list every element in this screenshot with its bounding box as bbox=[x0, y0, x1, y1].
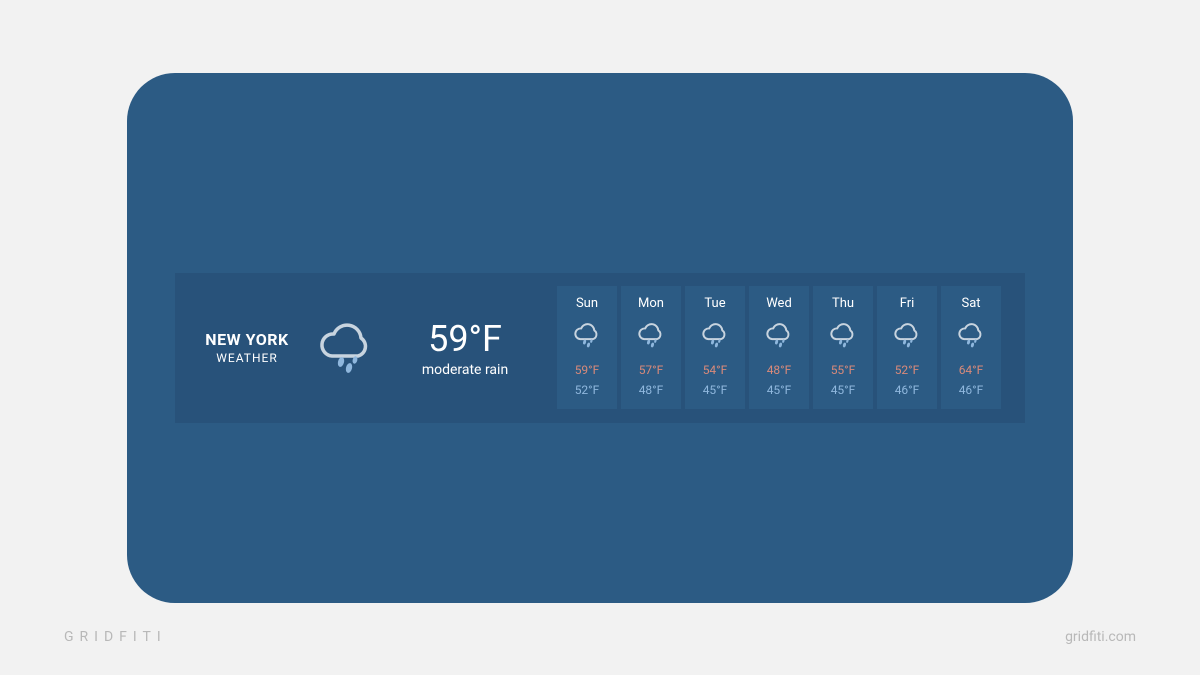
forecast-day[interactable]: Thu 55°F 45°F bbox=[813, 286, 873, 410]
forecast-day[interactable]: Sun 59°F 52°F bbox=[557, 286, 617, 410]
forecast-day-name: Sun bbox=[576, 296, 598, 311]
forecast-low-temp: 45°F bbox=[703, 383, 728, 397]
forecast-day-name: Thu bbox=[832, 296, 854, 311]
forecast-row: Sun 59°F52°FMon 57°F48°FTue 54°F45°FWed … bbox=[555, 286, 1001, 410]
location-name: NEW YORK bbox=[201, 330, 293, 349]
current-temp: 59°F bbox=[395, 318, 535, 360]
forecast-low-temp: 52°F bbox=[575, 383, 600, 397]
forecast-low-temp: 46°F bbox=[959, 383, 984, 397]
forecast-day-name: Mon bbox=[638, 296, 664, 311]
forecast-high-temp: 54°F bbox=[703, 363, 728, 377]
brand-wordmark: GRIDFITI bbox=[64, 629, 167, 645]
forecast-high-temp: 64°F bbox=[959, 363, 984, 377]
forecast-day[interactable]: Fri 52°F 46°F bbox=[877, 286, 937, 410]
rain-cloud-icon bbox=[698, 319, 732, 354]
rain-cloud-icon bbox=[634, 319, 668, 354]
current-conditions: 59°F moderate rain bbox=[395, 318, 535, 378]
forecast-low-temp: 45°F bbox=[767, 383, 792, 397]
rain-cloud-icon bbox=[826, 319, 860, 354]
forecast-day[interactable]: Wed 48°F 45°F bbox=[749, 286, 809, 410]
rain-cloud-icon bbox=[570, 319, 604, 354]
brand-url: gridfiti.com bbox=[1065, 629, 1136, 645]
location-sub: WEATHER bbox=[201, 351, 293, 365]
forecast-high-temp: 52°F bbox=[895, 363, 920, 377]
current-desc: moderate rain bbox=[395, 362, 535, 378]
rain-cloud-icon bbox=[890, 319, 924, 354]
forecast-day[interactable]: Sat 64°F 46°F bbox=[941, 286, 1001, 410]
location-block: NEW YORK WEATHER bbox=[187, 330, 307, 365]
forecast-day-name: Sat bbox=[961, 296, 980, 311]
forecast-high-temp: 48°F bbox=[767, 363, 792, 377]
forecast-low-temp: 48°F bbox=[639, 383, 664, 397]
weather-widget-card: NEW YORK WEATHER 59°F moderate rain Sun … bbox=[127, 73, 1073, 603]
forecast-day-name: Tue bbox=[704, 296, 725, 311]
rain-cloud-icon bbox=[762, 319, 796, 354]
forecast-high-temp: 59°F bbox=[575, 363, 600, 377]
rain-cloud-icon bbox=[311, 316, 381, 380]
weather-bar: NEW YORK WEATHER 59°F moderate rain Sun … bbox=[175, 273, 1025, 423]
forecast-day[interactable]: Mon 57°F 48°F bbox=[621, 286, 681, 410]
forecast-day-name: Fri bbox=[900, 296, 915, 311]
forecast-day-name: Wed bbox=[766, 296, 792, 311]
forecast-high-temp: 55°F bbox=[831, 363, 856, 377]
rain-cloud-icon bbox=[954, 319, 988, 354]
forecast-low-temp: 46°F bbox=[895, 383, 920, 397]
forecast-day[interactable]: Tue 54°F 45°F bbox=[685, 286, 745, 410]
forecast-low-temp: 45°F bbox=[831, 383, 856, 397]
forecast-high-temp: 57°F bbox=[639, 363, 664, 377]
